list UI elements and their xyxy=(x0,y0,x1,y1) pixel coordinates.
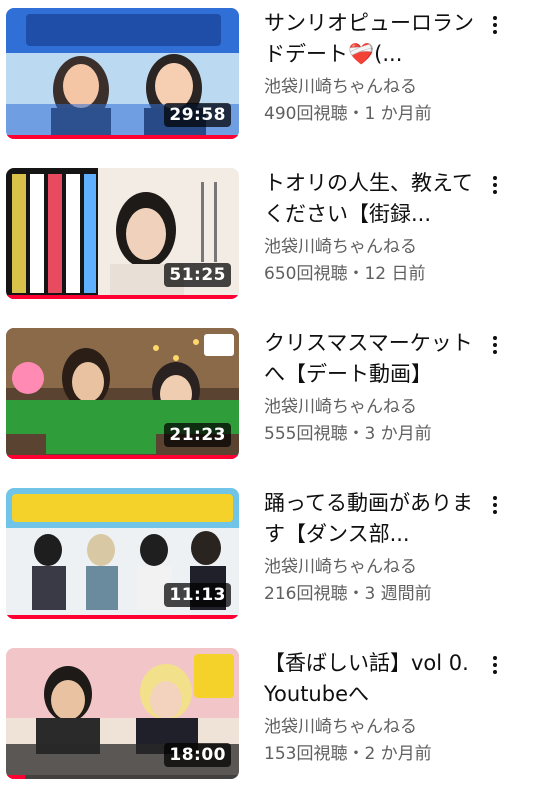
more-vert-icon[interactable] xyxy=(484,170,506,200)
video-stats: 555回視聴・3 か月前 xyxy=(264,424,432,444)
video-list: 29:58 サンリオピューロランドデート❤️‍🩹(... 池袋川崎ちゃんねる 4… xyxy=(0,0,536,800)
video-thumbnail[interactable]: 11:13 xyxy=(6,488,239,619)
video-meta[interactable]: 【香ばしい話】vol 0. Youtubeへ 池袋川崎ちゃんねる 153回視聴・… xyxy=(264,648,486,766)
video-item[interactable]: 11:13 踊ってる動画があります【ダンス部... 池袋川崎ちゃんねる 216回… xyxy=(0,480,536,640)
video-duration: 11:13 xyxy=(164,583,231,607)
watch-progress-fill xyxy=(6,295,239,299)
video-title[interactable]: 踊ってる動画があります【ダンス部... xyxy=(264,488,486,550)
video-item[interactable]: 51:25 トオリの人生、教えてください【街録... 池袋川崎ちゃんねる 650… xyxy=(0,160,536,320)
watch-progress-fill xyxy=(6,455,239,459)
channel-name[interactable]: 池袋川崎ちゃんねる xyxy=(264,395,486,419)
video-meta[interactable]: サンリオピューロランドデート❤️‍🩹(... 池袋川崎ちゃんねる 490回視聴・… xyxy=(264,8,486,126)
watch-progress-bar xyxy=(6,775,239,779)
video-thumbnail[interactable]: 21:23 xyxy=(6,328,239,459)
video-stats: 490回視聴・1 か月前 xyxy=(264,104,432,124)
video-item[interactable]: 18:00 【香ばしい話】vol 0. Youtubeへ 池袋川崎ちゃんねる 1… xyxy=(0,640,536,800)
video-meta[interactable]: クリスマスマーケットへ【デート動画】 池袋川崎ちゃんねる 555回視聴・3 か月… xyxy=(264,328,486,446)
video-stats: 216回視聴・3 週間前 xyxy=(264,584,432,604)
video-duration: 21:23 xyxy=(164,423,231,447)
watch-progress-bar xyxy=(6,295,239,299)
video-duration: 18:00 xyxy=(164,743,231,767)
watch-progress-fill xyxy=(6,615,239,619)
channel-name[interactable]: 池袋川崎ちゃんねる xyxy=(264,75,486,99)
more-vert-icon[interactable] xyxy=(484,330,506,360)
more-vert-icon[interactable] xyxy=(484,10,506,40)
more-vert-icon[interactable] xyxy=(484,490,506,520)
watch-progress-bar xyxy=(6,615,239,619)
video-title[interactable]: クリスマスマーケットへ【デート動画】 xyxy=(264,328,486,390)
watch-progress-bar xyxy=(6,455,239,459)
video-meta[interactable]: トオリの人生、教えてください【街録... 池袋川崎ちゃんねる 650回視聴・12… xyxy=(264,168,486,286)
video-meta[interactable]: 踊ってる動画があります【ダンス部... 池袋川崎ちゃんねる 216回視聴・3 週… xyxy=(264,488,486,606)
watch-progress-fill xyxy=(6,135,239,139)
channel-name[interactable]: 池袋川崎ちゃんねる xyxy=(264,235,486,259)
watch-progress-bar xyxy=(6,135,239,139)
channel-name[interactable]: 池袋川崎ちゃんねる xyxy=(264,715,486,739)
channel-name[interactable]: 池袋川崎ちゃんねる xyxy=(264,555,486,579)
video-item[interactable]: 21:23 クリスマスマーケットへ【デート動画】 池袋川崎ちゃんねる 555回視… xyxy=(0,320,536,480)
video-stats: 153回視聴・2 か月前 xyxy=(264,744,432,764)
video-thumbnail[interactable]: 51:25 xyxy=(6,168,239,299)
video-thumbnail[interactable]: 29:58 xyxy=(6,8,239,139)
video-duration: 29:58 xyxy=(164,103,231,127)
watch-progress-fill xyxy=(6,775,25,779)
video-title[interactable]: 【香ばしい話】vol 0. Youtubeへ xyxy=(264,648,486,710)
more-vert-icon[interactable] xyxy=(484,650,506,680)
video-title[interactable]: トオリの人生、教えてください【街録... xyxy=(264,168,486,230)
video-item[interactable]: 29:58 サンリオピューロランドデート❤️‍🩹(... 池袋川崎ちゃんねる 4… xyxy=(0,0,536,160)
video-duration: 51:25 xyxy=(164,263,231,287)
video-thumbnail[interactable]: 18:00 xyxy=(6,648,239,779)
video-title[interactable]: サンリオピューロランドデート❤️‍🩹(... xyxy=(264,8,486,70)
video-stats: 650回視聴・12 日前 xyxy=(264,264,426,284)
